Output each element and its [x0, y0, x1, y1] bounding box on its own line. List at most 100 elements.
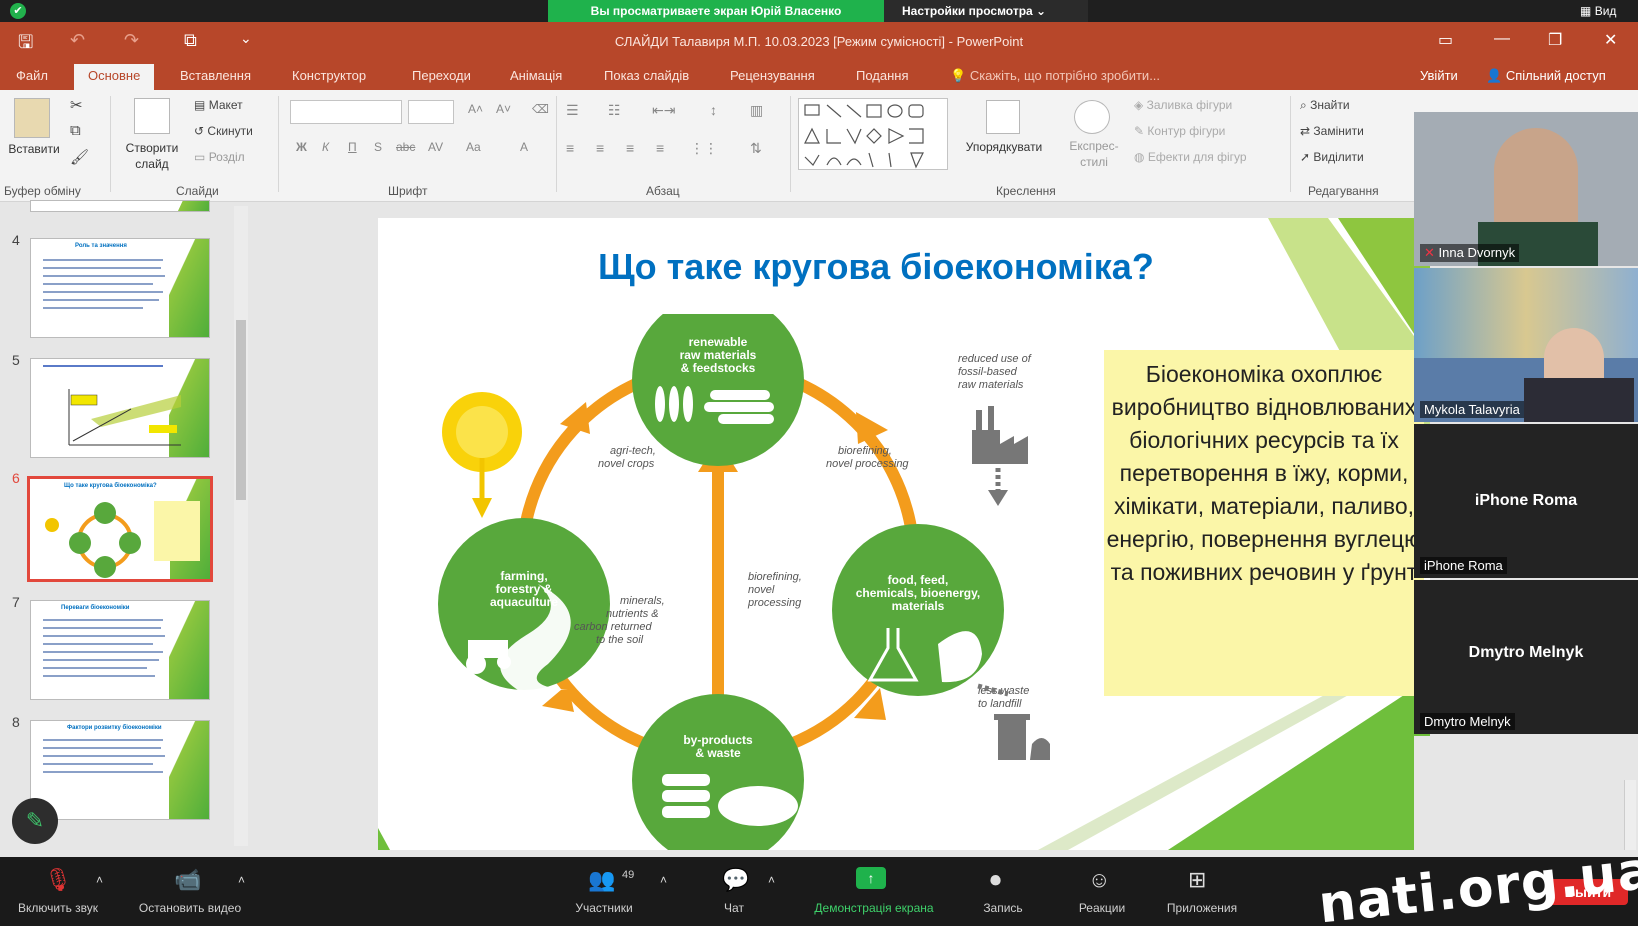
slide-thumbnail-5[interactable] [30, 358, 210, 458]
share-screen-icon[interactable]: ↑ [856, 867, 886, 889]
apps-button[interactable]: Приложения [1154, 901, 1250, 915]
participant-video-3[interactable]: iPhone Roma iPhone Roma [1414, 424, 1638, 578]
ribbon-display-icon[interactable]: ▭ [1438, 30, 1453, 50]
indent-icon[interactable]: ⇤⇥ [652, 102, 675, 119]
tab-transitions[interactable]: Переходи [412, 68, 471, 83]
bold-button[interactable]: Ж [296, 140, 307, 154]
text-direction-icon[interactable]: ⇅ [750, 140, 762, 157]
cut-icon[interactable]: ✂ [70, 96, 83, 114]
reactions-button[interactable]: Реакции [1064, 901, 1140, 915]
slide-thumbnail-partial[interactable] [30, 200, 210, 212]
numbering-icon[interactable]: ☷ [608, 102, 621, 119]
muted-mic-icon[interactable]: 🎙 [44, 867, 72, 893]
share-button[interactable]: 👤 Спільний доступ [1486, 68, 1606, 84]
tab-slideshow[interactable]: Показ слайдів [604, 68, 689, 83]
slide-canvas[interactable]: Що таке кругова біоекономіка? renewable … [378, 218, 1430, 850]
chevron-up-icon[interactable]: ˄ [660, 873, 667, 887]
italic-button[interactable]: К [322, 140, 329, 154]
align-left-icon[interactable]: ≡ [566, 140, 574, 156]
shapes-gallery[interactable] [798, 98, 948, 170]
slide-thumbnail-6-selected[interactable]: Що таке кругова біоекономіка? [27, 476, 213, 582]
copy-icon[interactable]: ⧉ [70, 122, 81, 139]
find-button[interactable]: ⌕ Знайти [1300, 98, 1350, 113]
align-right-icon[interactable]: ≡ [626, 140, 634, 156]
format-painter-icon[interactable]: 🖌 [70, 148, 89, 166]
slide-thumbnail-4[interactable]: Роль та значення [30, 238, 210, 338]
annotate-pen-icon[interactable]: ✎ [12, 798, 58, 844]
reset-button[interactable]: ↺ Скинути [194, 124, 253, 138]
underline-button[interactable]: П [348, 140, 357, 154]
shrink-font-icon[interactable]: A˅ [496, 102, 511, 116]
restore-icon[interactable]: ❐ [1548, 30, 1562, 50]
new-slide-button[interactable]: Створити слайд [114, 140, 190, 172]
quick-styles-icon[interactable] [1074, 100, 1110, 134]
section-button[interactable]: ▭ Розділ [194, 150, 245, 164]
paste-icon[interactable] [14, 98, 50, 138]
bullets-icon[interactable]: ☰ [566, 102, 579, 119]
shadow-button[interactable]: S [374, 140, 382, 154]
shape-effects-button[interactable]: ◍ Ефекти для фігур [1134, 150, 1247, 164]
paste-button[interactable]: Вставити [4, 142, 64, 156]
editor-scrollbar[interactable] [1624, 780, 1636, 850]
strikethrough-button[interactable]: abc [396, 140, 415, 154]
record-button[interactable]: Запись [968, 901, 1038, 915]
tell-me-search[interactable]: 💡 Скажіть, що потрібно зробити... [950, 68, 1160, 84]
char-spacing-button[interactable]: AV [428, 140, 443, 154]
stop-video-button[interactable]: Остановить видео [126, 901, 254, 915]
thumbnails-scrollbar[interactable] [234, 206, 248, 846]
slide-thumbnail-8[interactable]: Фактори розвитку біоекономіки [30, 720, 210, 820]
layout-button[interactable]: ▤ Макет [194, 98, 243, 112]
view-button[interactable]: ▦ Вид [1580, 4, 1616, 18]
minimize-icon[interactable]: — [1494, 30, 1510, 48]
justify-icon[interactable]: ≡ [656, 140, 664, 156]
shape-outline-button[interactable]: ✎ Контур фігури [1134, 124, 1225, 138]
select-button[interactable]: ➚ Виділити [1300, 150, 1364, 164]
tab-file[interactable]: Файл [16, 68, 48, 83]
close-icon[interactable]: ✕ [1604, 30, 1617, 50]
participant-video-4[interactable]: Dmytro Melnyk Dmytro Melnyk [1414, 580, 1638, 734]
columns-icon[interactable]: ▥ [750, 102, 763, 119]
arrange-button[interactable]: Упорядкувати [964, 140, 1044, 154]
chevron-up-icon[interactable]: ˄ [96, 873, 103, 887]
replace-button[interactable]: ⇄ Замінити [1300, 124, 1364, 138]
participant-video-1[interactable]: ✕ Inna Dvornyk [1414, 112, 1638, 266]
tab-review[interactable]: Рецензування [730, 68, 815, 83]
record-icon[interactable]: ⏺ [990, 867, 1001, 893]
slide-thumbnails-pane[interactable]: 4 Роль та значення 5 6 Що таке кругова б… [0, 200, 240, 857]
tab-design[interactable]: Конструктор [292, 68, 366, 83]
font-size-box[interactable] [408, 100, 454, 124]
tab-insert[interactable]: Вставлення [180, 68, 251, 83]
sign-in-link[interactable]: Увійти [1420, 68, 1458, 83]
apps-icon[interactable]: ⊞ [1188, 867, 1206, 893]
font-color-button[interactable]: A [520, 140, 528, 154]
participants-icon[interactable]: 👥 [588, 867, 615, 893]
chevron-up-icon[interactable]: ˄ [768, 873, 775, 887]
video-camera-icon[interactable]: 📹 [174, 867, 201, 893]
grow-font-icon[interactable]: A˄ [468, 102, 483, 116]
chat-icon[interactable]: 💬 [722, 867, 749, 893]
tab-home[interactable]: Основне [74, 64, 155, 90]
tab-animations[interactable]: Анімація [510, 68, 562, 83]
quick-styles-button[interactable]: Експрес-стилі [1062, 138, 1126, 170]
participant-video-2[interactable]: Mykola Talavyria [1414, 268, 1638, 422]
share-screen-button[interactable]: Демонстрація екрана [794, 901, 954, 915]
line-spacing-icon[interactable]: ↕ [710, 102, 717, 118]
participants-button[interactable]: Участники [560, 901, 648, 915]
unmute-button[interactable]: Включить звук [6, 901, 110, 915]
distribute-icon[interactable]: ⋮⋮ [690, 140, 718, 157]
view-options-button[interactable]: Настройки просмотра ⌄ [884, 0, 1088, 22]
change-case-button[interactable]: Aa [466, 140, 481, 154]
shape-fill-button[interactable]: ◈ Заливка фігури [1134, 98, 1232, 112]
font-name-box[interactable] [290, 100, 402, 124]
align-center-icon[interactable]: ≡ [596, 140, 604, 156]
thumbnails-scrollbar-thumb[interactable] [236, 320, 246, 500]
clear-format-icon[interactable]: ⌫ [532, 102, 549, 116]
reactions-icon[interactable]: ☺ [1088, 867, 1110, 893]
tab-view[interactable]: Подання [856, 68, 909, 83]
new-slide-icon[interactable] [134, 98, 170, 134]
shield-icon[interactable]: ✔ [10, 3, 26, 19]
slide-thumbnail-7[interactable]: Переваги біоекономіки [30, 600, 210, 700]
chat-button[interactable]: Чат [704, 901, 764, 915]
arrange-icon[interactable] [986, 100, 1020, 134]
chevron-up-icon[interactable]: ˄ [238, 873, 245, 887]
